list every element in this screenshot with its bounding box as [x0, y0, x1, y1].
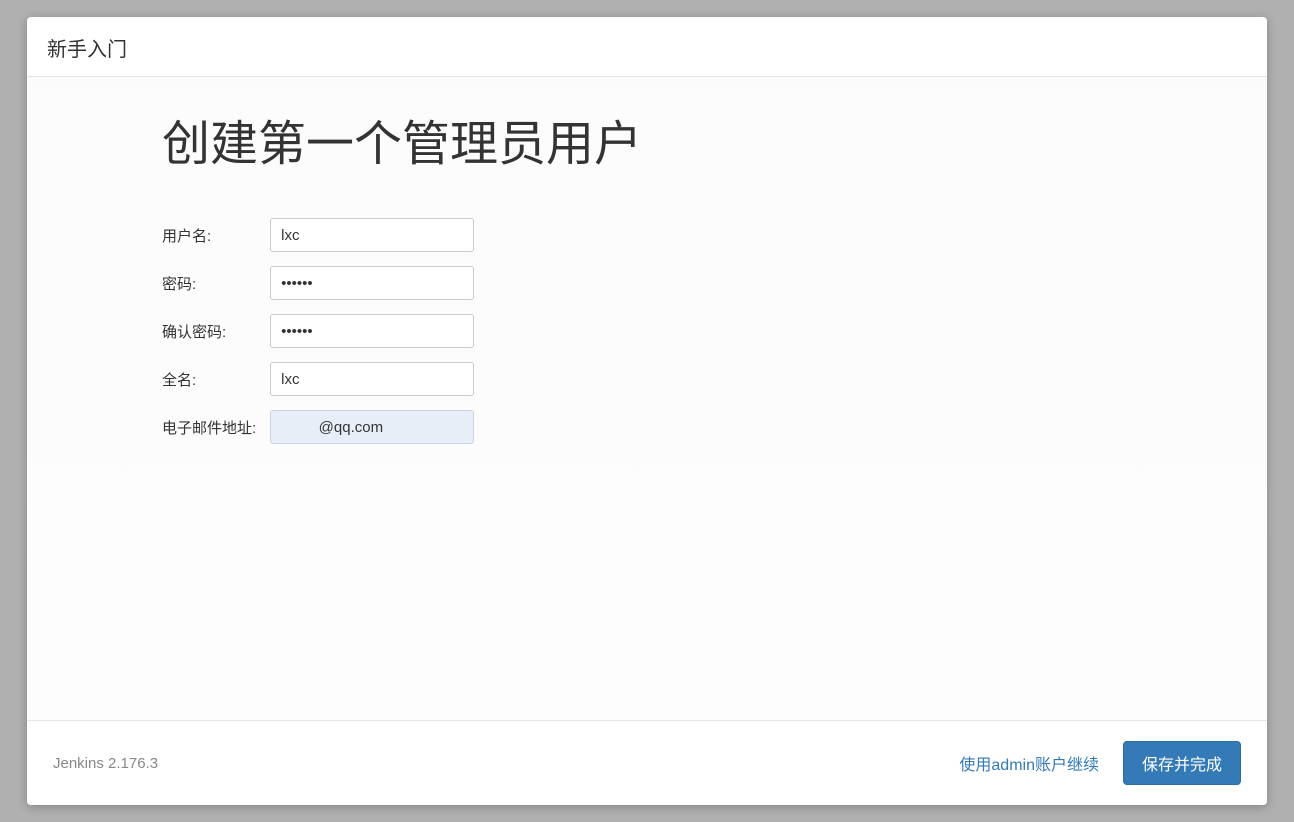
dialog-body: 创建第一个管理员用户 用户名: 密码: 确认密码:: [27, 77, 1267, 720]
version-label: Jenkins 2.176.3: [53, 755, 158, 772]
email-label: 电子邮件地址:: [162, 410, 270, 444]
username-input[interactable]: [270, 218, 474, 252]
password-label: 密码:: [162, 266, 270, 300]
form-row-password: 密码:: [162, 266, 474, 300]
save-and-finish-button[interactable]: 保存并完成: [1123, 741, 1241, 785]
content-inner: 创建第一个管理员用户 用户名: 密码: 确认密码:: [162, 117, 1062, 458]
dialog-header: 新手入门: [27, 17, 1267, 77]
page-heading: 创建第一个管理员用户: [162, 117, 1062, 172]
form-row-username: 用户名:: [162, 218, 474, 252]
fullname-label: 全名:: [162, 362, 270, 396]
setup-wizard-dialog: 新手入门 创建第一个管理员用户 用户名: 密码: 确认密码: [27, 17, 1267, 805]
admin-user-form: 用户名: 密码: 确认密码:: [162, 204, 474, 458]
password-input[interactable]: [270, 266, 474, 300]
dialog-footer: Jenkins 2.176.3 使用admin账户继续 保存并完成: [27, 720, 1267, 805]
form-row-email: 电子邮件地址:: [162, 410, 474, 444]
form-row-fullname: 全名:: [162, 362, 474, 396]
fullname-input[interactable]: [270, 362, 474, 396]
confirm-password-input[interactable]: [270, 314, 474, 348]
confirm-password-label: 确认密码:: [162, 314, 270, 348]
continue-as-admin-button[interactable]: 使用admin账户继续: [945, 743, 1113, 783]
dialog-title: 新手入门: [47, 39, 127, 61]
username-label: 用户名:: [162, 218, 270, 252]
form-row-confirm-password: 确认密码:: [162, 314, 474, 348]
email-input[interactable]: [270, 410, 474, 444]
